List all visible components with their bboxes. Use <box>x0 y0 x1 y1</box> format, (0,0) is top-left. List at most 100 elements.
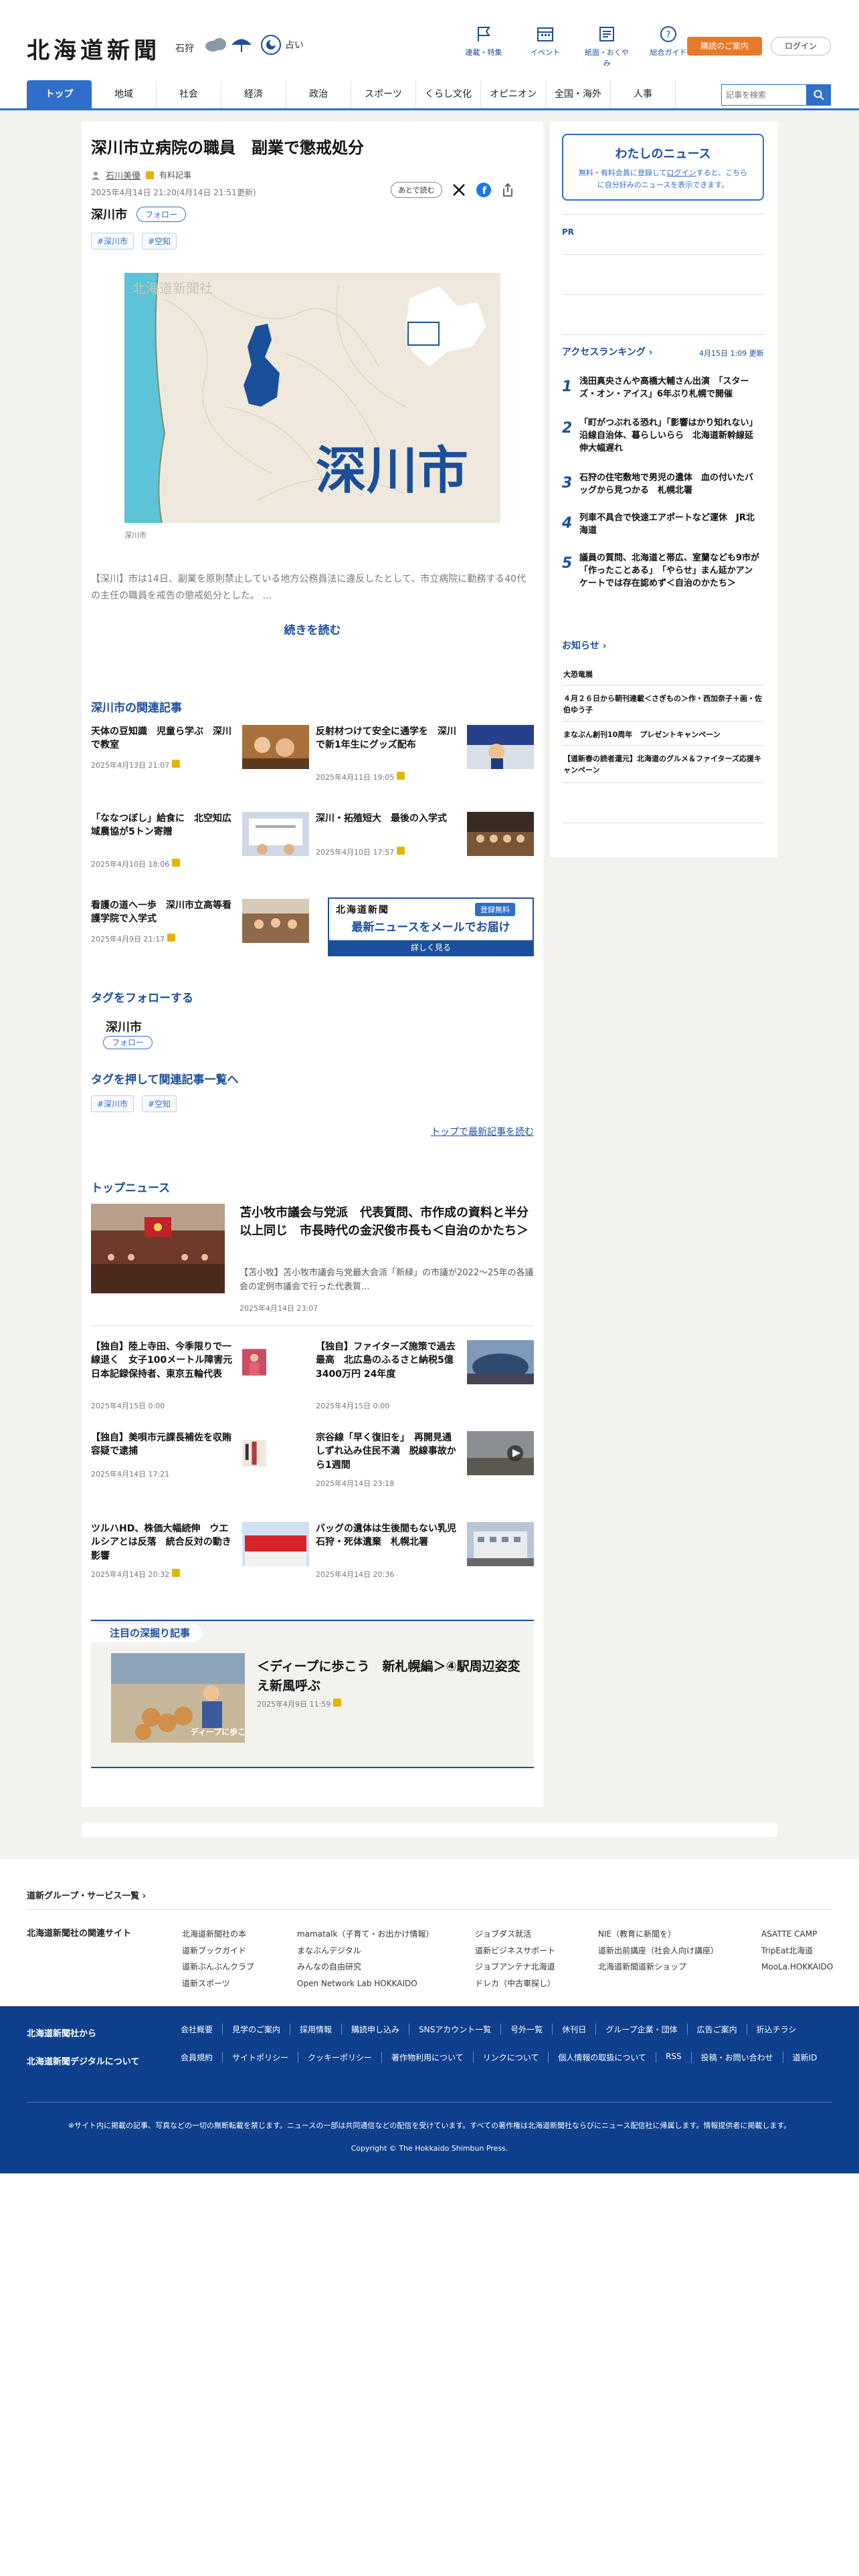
footer-link[interactable]: 購読申し込み <box>341 2024 409 2035</box>
news-item[interactable]: バッグの遺体は生後間もない乳児 石狩・死体遺棄 札幌北署 2025年4月14日 … <box>316 1522 534 1602</box>
footer-link[interactable]: ドレカ（中古車探し） <box>475 1975 555 1992</box>
read-more-link[interactable]: 続きを読む <box>82 621 543 637</box>
notice-item[interactable]: ４月２６日から朝刊連載＜さぎもの＞作・西加奈子＋画・佐伯ゆう子 <box>563 693 764 716</box>
footer-link[interactable]: 北海道新聞道新ショップ <box>598 1959 719 1975</box>
footer-link[interactable]: 個人情報の取扱について <box>548 2052 656 2063</box>
deep-dive-title[interactable]: ＜ディープに歩こう 新札幌編＞④駅周辺姿変え新風呼ぶ <box>257 1657 524 1695</box>
footer-link[interactable]: リンクについて <box>472 2052 549 2063</box>
notice-heading[interactable]: お知らせ › <box>562 639 606 652</box>
footer-link[interactable]: MooLa.HOKKAIDO <box>761 1959 833 1975</box>
news-item[interactable]: ツルハHD、株価大幅続伸 ウエルシアとは反落 統合反対の動き影響 2025年4月… <box>91 1522 309 1602</box>
footer-link[interactable]: 休刊日 <box>552 2024 595 2035</box>
footer-link[interactable]: 道新ID <box>782 2052 827 2063</box>
footer-link[interactable]: SNSアカウント一覧 <box>409 2024 500 2035</box>
footer-link[interactable]: 北海道新聞社の本 <box>182 1926 254 1943</box>
footer-link[interactable]: サイトポリシー <box>222 2052 298 2063</box>
footer-link[interactable]: TripEat北海道 <box>761 1943 833 1959</box>
news-item[interactable]: 宗谷線「早く復旧を」 再開見通しずれ込み住民不満 脱線事故から1週間 2025年… <box>316 1431 534 1511</box>
deep-dive-heading[interactable]: 注目の深掘り記事 <box>91 1624 202 1642</box>
author-link[interactable]: 石川美優 <box>106 169 140 181</box>
related-item[interactable]: 「ななつぼし」給食に 北空知広域農協が5トン寄贈 2025年4月10日 18:0… <box>91 812 309 885</box>
chip-fukagawa[interactable]: #深川市 <box>91 1095 134 1112</box>
chip-sorachi[interactable]: #空知 <box>142 1095 177 1112</box>
notice-item[interactable]: 【道新春の読者還元】北海道のグルメ＆ファイターズ応援キャンペーン <box>563 753 764 776</box>
nav-sports[interactable]: スポーツ <box>351 80 416 108</box>
footer-link[interactable]: ジョブアンテナ北海道 <box>475 1959 555 1975</box>
footer-link[interactable]: クッキーポリシー <box>298 2052 381 2063</box>
footer-link[interactable]: まなぶんデジタル <box>297 1943 434 1959</box>
footer-link[interactable]: 広告ご案内 <box>686 2024 747 2035</box>
footer-link[interactable]: 会員規約 <box>181 2052 222 2063</box>
footer-link[interactable]: 著作物利用について <box>381 2052 473 2063</box>
footer-link[interactable]: ジョブダス就活 <box>475 1926 555 1943</box>
facebook-share-icon[interactable]: f <box>476 182 492 198</box>
nav-top[interactable]: トップ <box>27 80 92 108</box>
share-icon[interactable] <box>501 183 514 197</box>
footer-link[interactable]: 道新ビジネスサポート <box>475 1943 555 1959</box>
group-services-link[interactable]: 道新グループ・サービス一覧 › <box>27 1889 146 1901</box>
nav-region[interactable]: 地域 <box>92 80 157 108</box>
related-item[interactable]: 天体の豆知識 児童ら学ぶ 深川で教室 2025年4月13日 21:07 <box>91 725 309 798</box>
site-logo[interactable]: 北海道新聞 <box>27 32 161 65</box>
footer-link[interactable]: みんなの自由研究 <box>297 1959 434 1975</box>
search-button[interactable] <box>807 84 831 106</box>
footer-link[interactable]: 投稿・お問い合わせ <box>690 2052 783 2063</box>
footer-link[interactable]: 道新ぶんぶんクラブ <box>182 1959 254 1975</box>
nav-personnel[interactable]: 人事 <box>611 80 676 108</box>
mail-cta[interactable]: 詳しく見る <box>329 940 533 955</box>
follow-tag-name[interactable]: 深川市 <box>106 1018 142 1035</box>
related-item[interactable]: 看護の道へ一歩 深川市立高等看護学院で入学式 2025年4月9日 21:17 <box>91 899 309 972</box>
related-item[interactable]: 反射材つけて安全に通学を 深川で新1年生にグッズ配布 2025年4月11日 19… <box>316 725 534 798</box>
fortune-link[interactable]: 占い <box>261 35 304 55</box>
footer-link[interactable]: グループ企業・団体 <box>595 2024 686 2035</box>
article-tag-name[interactable]: 深川市 <box>91 205 127 223</box>
paper-link[interactable]: 紙面・おくやみ <box>585 25 629 68</box>
news-item[interactable]: 【独自】美唄市元課長補佐を収賄容疑で逮捕 2025年4月14日 17:21 <box>91 1431 309 1511</box>
related-item[interactable]: 深川・拓殖短大 最後の入学式 2025年4月10日 17:57 <box>316 812 534 885</box>
footer-link[interactable]: 見学のご案内 <box>222 2024 290 2035</box>
footer-link[interactable]: 採用情報 <box>290 2024 341 2035</box>
subscribe-button[interactable]: 購読のご案内 <box>687 37 762 56</box>
deep-dive-image[interactable]: ディープに歩こう <box>111 1653 245 1743</box>
mail-signup-banner[interactable]: 北海道新聞 登録無料 最新ニュースをメールでお届け 詳しく見る <box>328 897 534 956</box>
my-news-login-link[interactable]: ログイン <box>667 169 696 177</box>
top-latest-link[interactable]: トップで最新記事を読む <box>82 1125 534 1138</box>
nav-society[interactable]: 社会 <box>157 80 221 108</box>
nav-economy[interactable]: 経済 <box>221 80 286 108</box>
series-link[interactable]: 連載・特集 <box>462 25 506 68</box>
login-button[interactable]: ログイン <box>771 37 831 56</box>
footer-link[interactable]: 道新スポーツ <box>182 1975 254 1992</box>
footer-link[interactable]: 道新出前講座（社会人向け講座） <box>598 1943 719 1959</box>
footer-link[interactable]: RSS <box>656 2052 691 2063</box>
news-thumbnail[interactable] <box>467 1431 534 1475</box>
share-bar: あとで読む f <box>391 182 514 198</box>
follow-button[interactable]: フォロー <box>136 206 187 222</box>
featured-news-image[interactable] <box>91 1204 225 1293</box>
read-later-button[interactable]: あとで読む <box>391 182 442 198</box>
nav-culture[interactable]: くらし文化 <box>416 80 481 108</box>
weather-city[interactable]: 石狩 <box>175 41 194 55</box>
footer-link[interactable]: 会社概要 <box>181 2024 222 2035</box>
follow-tag-button[interactable]: フォロー <box>103 1036 153 1049</box>
footer-link[interactable]: 号外一覧 <box>500 2024 552 2035</box>
footer-link[interactable]: NIE（教育に新聞を） <box>598 1926 719 1943</box>
notice-item[interactable]: まなぶん創刊10周年 プレゼントキャンペーン <box>563 729 764 740</box>
x-share-icon[interactable] <box>452 183 466 197</box>
footer-link[interactable]: 折込チラシ <box>746 2024 806 2035</box>
news-item[interactable]: 【独自】陸上寺田、今季限りで一線退く 女子100メートル障害元日本記録保持者、東… <box>91 1340 309 1420</box>
chip-sorachi[interactable]: #空知 <box>142 233 177 249</box>
chip-fukagawa[interactable]: #深川市 <box>91 233 134 249</box>
search-input[interactable] <box>721 84 807 106</box>
nav-politics[interactable]: 政治 <box>286 80 351 108</box>
featured-news-title[interactable]: 苫小牧市議会与党派 代表質問、市作成の資料と半分以上同じ 市長時代の金沢俊市長も… <box>240 1204 534 1240</box>
nav-opinion[interactable]: オピニオン <box>481 80 546 108</box>
event-link[interactable]: イベント <box>523 25 567 68</box>
footer-link[interactable]: Open Network Lab HOKKAIDO <box>297 1975 434 1992</box>
news-item[interactable]: 【独自】ファイターズ施策で過去最高 北広島のふるさと納税5億3400万円 24年… <box>316 1340 534 1420</box>
footer-link[interactable]: mamatalk（子育て・お出かけ情報） <box>297 1926 434 1943</box>
nav-national[interactable]: 全国・海外 <box>546 80 611 108</box>
footer-link[interactable]: ASATTE CAMP <box>761 1926 833 1943</box>
footer-link[interactable]: 道新ブックガイド <box>182 1943 254 1959</box>
guide-link[interactable]: ? 総合ガイド <box>646 25 690 68</box>
notice-item[interactable]: 大恐竜展 <box>563 669 764 680</box>
